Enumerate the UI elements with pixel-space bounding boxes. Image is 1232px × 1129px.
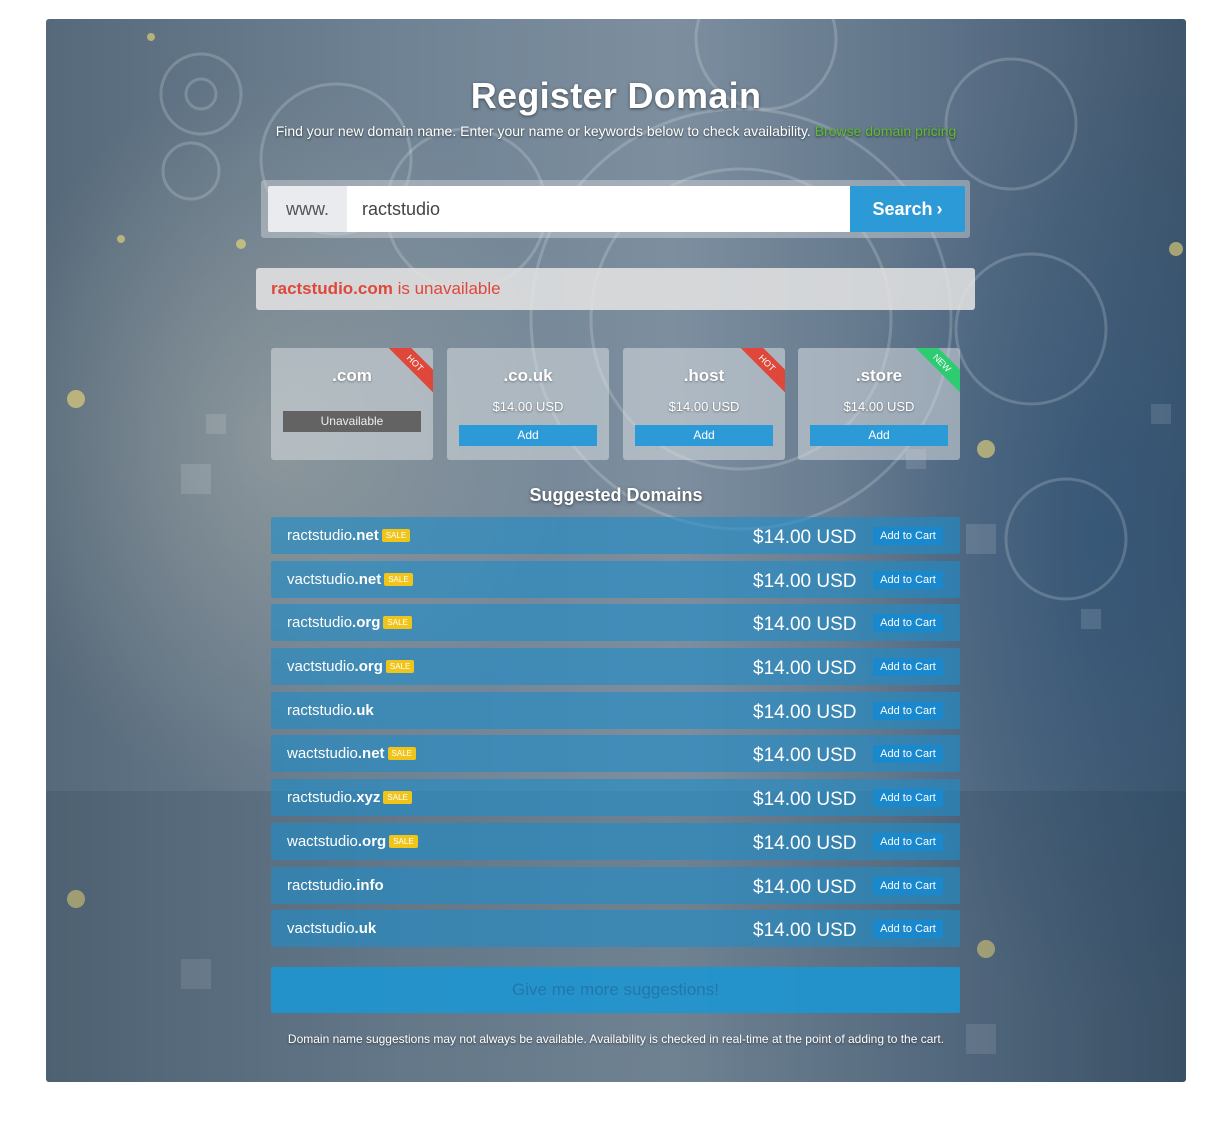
- domain-tld: .net: [357, 745, 385, 763]
- domain-sld: ractstudio: [287, 876, 353, 894]
- tld-price: $14.00 USD: [492, 399, 564, 414]
- domain-tld: .uk: [354, 920, 377, 938]
- suggestions-disclaimer: Domain name suggestions may not always b…: [287, 1032, 945, 1046]
- add-to-cart-button[interactable]: Add to Cart: [873, 876, 943, 895]
- tld-price: $14.00 USD: [843, 399, 915, 414]
- sale-badge: SALE: [385, 660, 415, 674]
- suggestion-price: $14.00 USD: [753, 701, 857, 723]
- search-button[interactable]: Search ›: [850, 186, 965, 232]
- suggestion-domain: ractstudio.net SALE: [287, 517, 411, 554]
- register-domain-panel: Register Domain Find your new domain nam…: [46, 19, 1186, 1082]
- suggestion-row: ractstudio.org SALE $14.00 USD Add to Cart: [271, 604, 960, 642]
- unavailable-badge: Unavailable: [283, 411, 421, 432]
- domain-search-bar: www. Search›: [261, 180, 970, 238]
- add-to-cart-button[interactable]: Add to Cart: [873, 701, 943, 720]
- tld-card-com: HOT .com Unavailable: [271, 348, 433, 460]
- domain-sld: wactstudio: [287, 832, 358, 850]
- suggestion-domain: ractstudio.uk: [287, 692, 374, 729]
- www-prefix: www.: [268, 186, 347, 232]
- domain-sld: vactstudio: [287, 920, 355, 938]
- more-suggestions-button[interactable]: Give me more suggestions!: [271, 967, 960, 1013]
- sale-badge: SALE: [383, 791, 412, 805]
- domain-sld: ractstudio: [287, 614, 353, 632]
- suggestion-domain: wactstudio.net SALE: [287, 735, 417, 772]
- add-to-cart-button[interactable]: Add to Cart: [873, 832, 943, 851]
- suggestion-price: $14.00 USD: [753, 789, 857, 811]
- add-to-cart-button[interactable]: Add to Cart: [873, 527, 943, 545]
- suggestion-price: $14.00 USD: [753, 658, 857, 680]
- suggestion-row: ractstudio.xyz SALE $14.00 USD Add to Cart: [271, 779, 960, 817]
- subtitle-text: Find your new domain name. Enter your na…: [275, 123, 811, 139]
- suggestion-domain: wactstudio.org SALE: [287, 823, 418, 860]
- suggestion-price: $14.00 USD: [753, 745, 857, 767]
- tld-card-co-uk: .co.uk $14.00 USD Add: [447, 348, 609, 460]
- sale-badge: SALE: [387, 747, 417, 761]
- suggestion-domain: vactstudio.org SALE: [287, 648, 415, 685]
- add-to-cart-button[interactable]: Add to Cart: [873, 745, 943, 764]
- suggestion-row: ractstudio.uk $14.00 USD Add to Cart: [271, 691, 960, 729]
- add-to-cart-button[interactable]: Add to Cart: [873, 920, 943, 939]
- suggestion-row: wactstudio.net SALE $14.00 USD Add to Cart: [271, 735, 960, 773]
- status-message: is unavailable: [392, 279, 501, 298]
- domain-sld: vactstudio: [287, 658, 355, 676]
- suggestion-row: wactstudio.org SALE $14.00 USD Add to Cart: [271, 822, 960, 860]
- suggestion-price: $14.00 USD: [753, 614, 857, 636]
- add-to-cart-button[interactable]: Add to Cart: [873, 658, 943, 677]
- tld-card-host: HOT .host $14.00 USD Add: [623, 348, 785, 460]
- suggestion-row: vactstudio.uk $14.00 USD Add to Cart: [271, 910, 960, 948]
- add-to-cart-button[interactable]: Add to Cart: [873, 570, 943, 589]
- sale-badge: SALE: [384, 572, 413, 586]
- domain-sld: wactstudio: [287, 745, 358, 763]
- suggestion-domain: vactstudio.uk: [287, 910, 376, 947]
- domain-tld: .net: [352, 527, 379, 544]
- suggested-domains-heading: Suggested Domains: [529, 485, 703, 505]
- suggestion-price: $14.00 USD: [753, 570, 857, 592]
- add-to-cart-button[interactable]: Add to Cart: [873, 614, 943, 633]
- domain-tld: .xyz: [352, 789, 381, 807]
- sale-badge: SALE: [381, 529, 411, 542]
- domain-tld: .uk: [352, 701, 374, 719]
- suggestion-price: $14.00 USD: [753, 876, 857, 898]
- page-subtitle: Find your new domain name. Enter your na…: [46, 123, 1186, 139]
- domain-tld: .org: [354, 658, 383, 676]
- tld-card-store: NEW .store $14.00 USD Add: [798, 348, 960, 460]
- domain-tld: .net: [354, 570, 382, 588]
- tld-name: .co.uk: [503, 366, 553, 385]
- suggestion-domain: ractstudio.org SALE: [287, 604, 412, 641]
- suggestion-row: ractstudio.info $14.00 USD Add to Cart: [271, 866, 960, 904]
- sale-badge: SALE: [383, 616, 412, 630]
- domain-tld: .org: [357, 832, 387, 850]
- tld-price: $14.00 USD: [668, 399, 740, 414]
- suggestion-row: vactstudio.net SALE $14.00 USD Add to Cart: [271, 560, 960, 598]
- domain-sld: vactstudio: [287, 570, 355, 588]
- browse-pricing-link[interactable]: Browse domain pricing: [815, 123, 957, 139]
- domain-tld: .org: [352, 614, 381, 632]
- status-domain: ractstudio.com: [271, 279, 393, 298]
- search-button-label: Search: [872, 199, 933, 219]
- suggestion-price: $14.00 USD: [753, 920, 857, 942]
- chevron-right-icon: ›: [936, 199, 943, 219]
- domain-sld: ractstudio: [287, 701, 353, 719]
- suggested-domains-list: ractstudio.net SALE $14.00 USD Add to Cart v…: [271, 517, 960, 954]
- suggestion-row: ractstudio.net SALE $14.00 USD Add to Cart: [271, 517, 960, 554]
- add-to-cart-button[interactable]: Add to Cart: [873, 789, 943, 808]
- domain-sld: ractstudio: [287, 789, 353, 807]
- suggestion-domain: ractstudio.xyz SALE: [287, 779, 412, 816]
- suggestion-domain: ractstudio.info: [287, 867, 384, 904]
- add-tld-button[interactable]: Add: [810, 425, 948, 446]
- suggestion-price: $14.00 USD: [753, 832, 857, 854]
- domain-sld: ractstudio: [287, 527, 353, 544]
- domain-tld: .info: [352, 876, 384, 894]
- suggestion-row: vactstudio.org SALE $14.00 USD Add to Cart: [271, 648, 960, 686]
- domain-search-input[interactable]: [347, 186, 851, 232]
- suggestion-price: $14.00 USD: [753, 527, 857, 548]
- page-title: Register Domain: [470, 75, 762, 116]
- add-tld-button[interactable]: Add: [635, 425, 773, 446]
- sale-badge: SALE: [389, 834, 418, 848]
- add-tld-button[interactable]: Add: [459, 425, 597, 446]
- suggestion-domain: vactstudio.net SALE: [287, 561, 413, 598]
- availability-status: ractstudio.com is unavailable: [256, 268, 975, 310]
